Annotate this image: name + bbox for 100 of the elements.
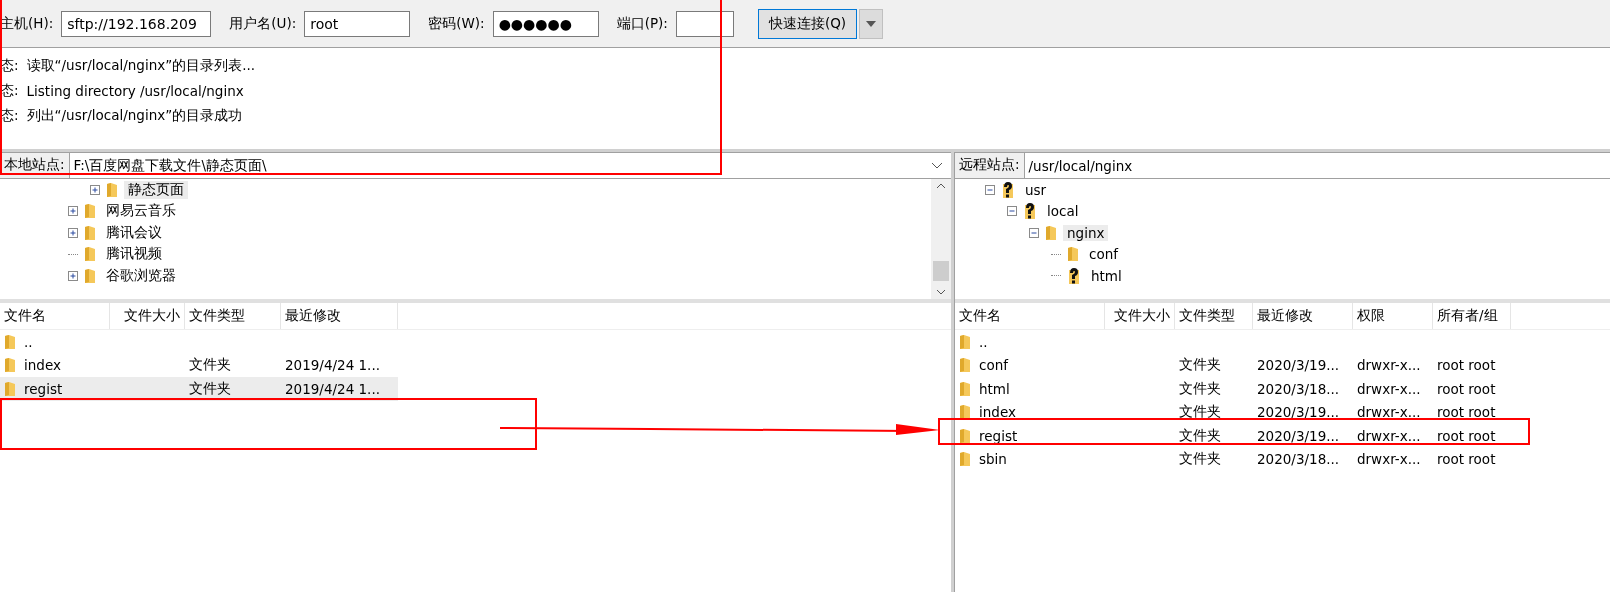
username-field[interactable]: root (304, 10, 411, 37)
file-row[interactable]: regist 文件夹 2020/3/19... drwxr-x... root root (955, 424, 1511, 448)
collapse-icon[interactable] (985, 184, 995, 195)
folder-icon (1045, 224, 1057, 241)
column-header[interactable]: 文件大小 (1105, 303, 1175, 329)
host-field[interactable]: sftp://192.168.209 (61, 10, 212, 37)
log-message: 读取“/usr/local/nginx”的目录列表... (26, 56, 256, 75)
scroll-up-icon[interactable] (936, 183, 946, 189)
file-row[interactable]: conf 文件夹 2020/3/19... drwxr-x... root root (955, 353, 1511, 377)
collapse-icon[interactable] (1029, 227, 1039, 238)
column-header[interactable]: 最近修改 (281, 303, 398, 329)
table-cell: drwxr-x... (1357, 451, 1421, 468)
table-cell: .. (24, 333, 33, 350)
file-row[interactable]: regist 文件夹 2019/4/24 1... (0, 377, 398, 401)
column-header[interactable]: 文件名 (955, 303, 1105, 329)
chevron-down-icon[interactable] (931, 161, 943, 170)
table-cell: 2019/4/24 1... (285, 380, 380, 397)
scroll-down-icon[interactable] (936, 289, 946, 295)
scrollbar[interactable] (931, 179, 951, 299)
dropdown-button[interactable] (859, 8, 884, 39)
question-folder-icon (1001, 180, 1015, 199)
port-label: 端口(P): (616, 14, 668, 33)
folder-icon (4, 357, 16, 374)
quick-connect-button[interactable]: 快速连接(Q) (757, 8, 858, 39)
table-cell: 文件夹 (1179, 403, 1221, 422)
table-cell: 2020/3/18... (1257, 451, 1340, 468)
port-field[interactable] (675, 10, 734, 37)
column-header[interactable]: 所有者/组 (1433, 303, 1511, 329)
folder-icon (84, 203, 96, 220)
table-cell: root root (1437, 404, 1496, 421)
folder-icon (84, 224, 96, 241)
file-row[interactable]: .. (0, 330, 398, 354)
tree-item[interactable]: conf (1085, 246, 1122, 263)
table-cell: .. (979, 333, 988, 350)
log-message: Listing directory /usr/local/nginx (26, 82, 244, 99)
folder-icon (959, 427, 971, 444)
folder-icon (84, 246, 96, 263)
expand-icon[interactable] (90, 184, 100, 195)
table-cell: 文件夹 (189, 379, 231, 398)
log-message: 列出“/usr/local/nginx”的目录成功 (26, 106, 243, 125)
file-row[interactable]: html 文件夹 2020/3/18... drwxr-x... root root (955, 377, 1511, 401)
tree-item[interactable]: local (1043, 203, 1083, 220)
tree-item[interactable]: 网易云音乐 (102, 202, 180, 221)
folder-icon (106, 181, 118, 198)
password-field[interactable]: ●●●●●● (492, 10, 599, 37)
tree-item[interactable]: 静态页面 (124, 180, 188, 199)
table-cell: root root (1437, 357, 1496, 374)
folder-icon (959, 357, 971, 374)
column-header[interactable]: 文件名 (0, 303, 110, 329)
table-cell: drwxr-x... (1357, 404, 1421, 421)
column-header[interactable]: 文件类型 (1175, 303, 1253, 329)
username-label: 用户名(U): (229, 14, 297, 33)
tree-item[interactable]: nginx (1063, 224, 1109, 241)
column-header[interactable]: 文件大小 (110, 303, 185, 329)
table-cell: regist (979, 427, 1018, 444)
table-cell: sbin (979, 451, 1007, 468)
folder-icon (4, 333, 16, 350)
tree-item[interactable]: 谷歌浏览器 (102, 266, 180, 285)
table-cell: root root (1437, 380, 1496, 397)
column-header[interactable]: 最近修改 (1253, 303, 1353, 329)
local-site-label: 本地站点: (0, 153, 70, 178)
scroll-thumb[interactable] (933, 261, 949, 281)
file-row[interactable]: index 文件夹 2019/4/24 1... (0, 353, 398, 377)
caret-icon (866, 20, 877, 27)
file-row[interactable]: sbin 文件夹 2020/3/18... drwxr-x... root root (955, 447, 1511, 471)
remote-site-label: 远程站点: (955, 153, 1025, 178)
table-cell: 2020/3/19... (1257, 357, 1340, 374)
table-cell: regist (24, 380, 63, 397)
tree-item[interactable]: 腾讯会议 (102, 223, 166, 242)
expand-icon[interactable] (68, 206, 78, 217)
tree-item[interactable]: 腾讯视频 (102, 245, 166, 264)
collapse-icon[interactable] (1007, 206, 1017, 217)
column-header[interactable]: 权限 (1353, 303, 1433, 329)
tree-item[interactable]: usr (1021, 181, 1051, 198)
table-cell: drwxr-x... (1357, 380, 1421, 397)
folder-icon (959, 404, 971, 421)
question-folder-icon (1023, 202, 1037, 221)
table-cell: conf (979, 357, 1008, 374)
table-cell: 2019/4/24 1... (285, 357, 380, 374)
folder-icon (959, 380, 971, 397)
expand-icon[interactable] (68, 270, 78, 281)
file-row[interactable]: index 文件夹 2020/3/19... drwxr-x... root root (955, 400, 1511, 424)
table-cell: root root (1437, 427, 1496, 444)
expand-icon[interactable] (68, 227, 78, 238)
folder-icon (959, 451, 971, 468)
folder-icon (4, 380, 16, 397)
table-cell: 文件夹 (1179, 356, 1221, 375)
tree-item[interactable]: html (1087, 267, 1126, 284)
table-cell: root root (1437, 451, 1496, 468)
question-folder-icon (1067, 266, 1081, 285)
table-cell: 2020/3/19... (1257, 427, 1340, 444)
file-row[interactable]: .. (955, 330, 1511, 354)
table-cell: html (979, 380, 1010, 397)
table-cell: 文件夹 (189, 356, 231, 375)
local-path-combobox[interactable]: F:\百度网盘下载文件\静态页面\ (69, 153, 951, 178)
table-cell: 文件夹 (1179, 426, 1221, 445)
remote-path-field[interactable]: /usr/local/nginx (1024, 153, 1610, 178)
folder-icon (1067, 246, 1079, 263)
password-label: 密码(W): (428, 14, 485, 33)
column-header[interactable]: 文件类型 (185, 303, 281, 329)
